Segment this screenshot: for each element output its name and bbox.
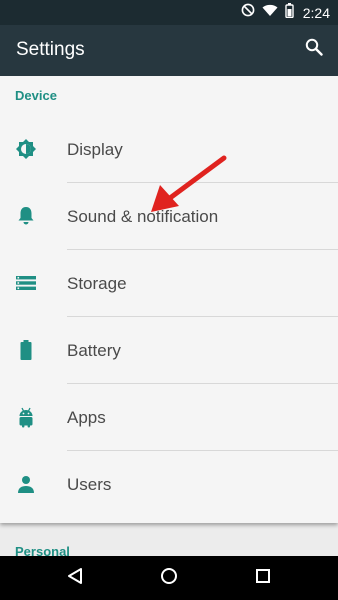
back-triangle-icon xyxy=(67,567,83,590)
section-header-personal: Personal xyxy=(15,544,70,556)
status-icons: 2:24 xyxy=(241,0,330,25)
brightness-icon xyxy=(14,137,38,161)
settings-item-storage[interactable]: Storage xyxy=(0,250,338,317)
battery-icon xyxy=(285,2,294,23)
storage-icon xyxy=(14,271,38,295)
section-header-device: Device xyxy=(15,88,57,103)
page-title: Settings xyxy=(16,39,85,60)
home-circle-icon xyxy=(160,567,178,590)
battery-icon xyxy=(14,338,38,362)
settings-item-label: Apps xyxy=(67,408,106,427)
recents-button[interactable] xyxy=(251,566,275,590)
device-section-card: Device Display Sound & notification Stor… xyxy=(0,76,338,523)
settings-item-label: Display xyxy=(67,140,123,159)
settings-item-battery[interactable]: Battery xyxy=(0,317,338,384)
status-time: 2:24 xyxy=(302,4,330,21)
do-not-disturb-icon xyxy=(241,3,255,22)
status-bar: 2:24 xyxy=(0,0,338,25)
search-icon xyxy=(305,38,323,61)
bell-icon xyxy=(14,204,38,228)
wifi-icon xyxy=(262,4,278,22)
settings-content[interactable]: Device Display Sound & notification Stor… xyxy=(0,76,338,556)
back-button[interactable] xyxy=(63,566,87,590)
navigation-bar xyxy=(0,556,338,600)
app-bar: Settings xyxy=(0,25,338,76)
settings-item-label: Battery xyxy=(67,341,121,360)
settings-item-apps[interactable]: Apps xyxy=(0,384,338,451)
home-button[interactable] xyxy=(157,566,181,590)
recents-square-icon xyxy=(255,568,271,589)
settings-item-label: Storage xyxy=(67,274,127,293)
annotation-arrow-icon xyxy=(151,155,227,212)
android-icon xyxy=(14,405,38,429)
settings-item-label: Users xyxy=(67,475,112,494)
settings-item-users[interactable]: Users xyxy=(0,451,338,518)
search-button[interactable] xyxy=(302,37,326,61)
person-icon xyxy=(14,472,38,496)
